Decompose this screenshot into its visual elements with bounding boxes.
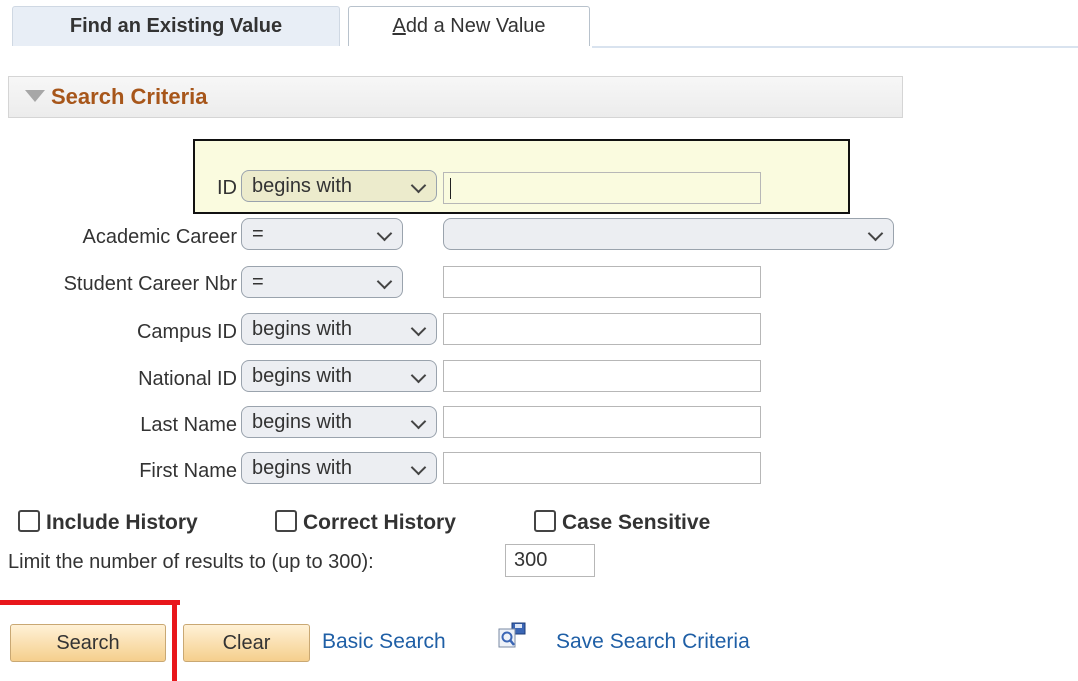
checkbox-box-icon[interactable] [275,510,297,532]
chevron-down-icon [410,320,427,337]
national-id-operator-value: begins with [252,365,353,387]
student-career-nbr-operator-value: = [252,271,264,293]
tab-add-access-key: A [392,15,406,37]
last-name-label: Last Name [140,414,237,436]
limit-results-input[interactable]: 300 [505,544,595,577]
last-name-operator-value: begins with [252,411,353,433]
checkbox-box-icon[interactable] [534,510,556,532]
text-caret [450,178,451,199]
clear-button[interactable]: Clear [183,624,310,662]
last-name-input[interactable] [443,406,761,438]
academic-career-operator-value: = [252,223,264,245]
tab-find-existing-value[interactable]: Find an Existing Value [12,6,340,46]
first-name-operator-value: begins with [252,457,353,479]
id-operator-select[interactable]: begins with [241,170,437,202]
annotation-red-line [0,600,180,605]
include-history-label: Include History [46,511,198,534]
case-sensitive-label: Case Sensitive [562,511,711,534]
search-criteria-title: Search Criteria [51,84,208,109]
student-career-nbr-operator-select[interactable]: = [241,266,403,298]
campus-id-operator-value: begins with [252,318,353,340]
student-career-nbr-label: Student Career Nbr [63,273,237,295]
national-id-label: National ID [138,368,237,390]
search-button[interactable]: Search [10,624,166,662]
national-id-input[interactable] [443,360,761,392]
id-operator-value: begins with [252,175,353,197]
campus-id-label: Campus ID [136,321,237,343]
first-name-operator-select[interactable]: begins with [241,452,437,484]
save-search-criteria-link[interactable]: Save Search Criteria [556,630,750,654]
collapse-triangle-icon[interactable] [25,90,45,102]
correct-history-label: Correct History [303,511,456,534]
chevron-down-icon [410,459,427,476]
academic-career-label: Academic Career [82,226,237,248]
campus-id-input[interactable] [443,313,761,345]
first-name-input[interactable] [443,452,761,484]
basic-search-link[interactable]: Basic Search [322,630,446,654]
checkbox-box-icon[interactable] [18,510,40,532]
tab-divider [592,46,1078,48]
limit-results-label: Limit the number of results to (up to 30… [8,551,374,573]
chevron-down-icon [410,367,427,384]
include-history-checkbox[interactable]: Include History [18,510,198,535]
chevron-down-icon [867,225,884,242]
chevron-down-icon [410,413,427,430]
campus-id-operator-select[interactable]: begins with [241,313,437,345]
tab-add-label: dd a New Value [405,15,546,37]
last-name-operator-select[interactable]: begins with [241,406,437,438]
chevron-down-icon [410,177,427,194]
academic-career-operator-select[interactable]: = [241,218,403,250]
chevron-down-icon [376,273,393,290]
student-career-nbr-input[interactable] [443,266,761,298]
correct-history-checkbox[interactable]: Correct History [275,510,456,535]
national-id-operator-select[interactable]: begins with [241,360,437,392]
tab-add-new-value[interactable]: Add a New Value [348,6,590,46]
id-input[interactable] [443,172,761,204]
case-sensitive-checkbox[interactable]: Case Sensitive [534,510,710,535]
academic-career-value-select[interactable] [443,218,894,250]
save-search-icon[interactable] [497,622,527,650]
id-label: ID [217,177,237,199]
search-criteria-header[interactable]: Search Criteria [8,76,903,118]
tab-bar: Find an Existing Value Add a New Value [0,0,1078,52]
chevron-down-icon [376,225,393,242]
first-name-label: First Name [139,460,237,482]
annotation-red-line [172,600,177,681]
